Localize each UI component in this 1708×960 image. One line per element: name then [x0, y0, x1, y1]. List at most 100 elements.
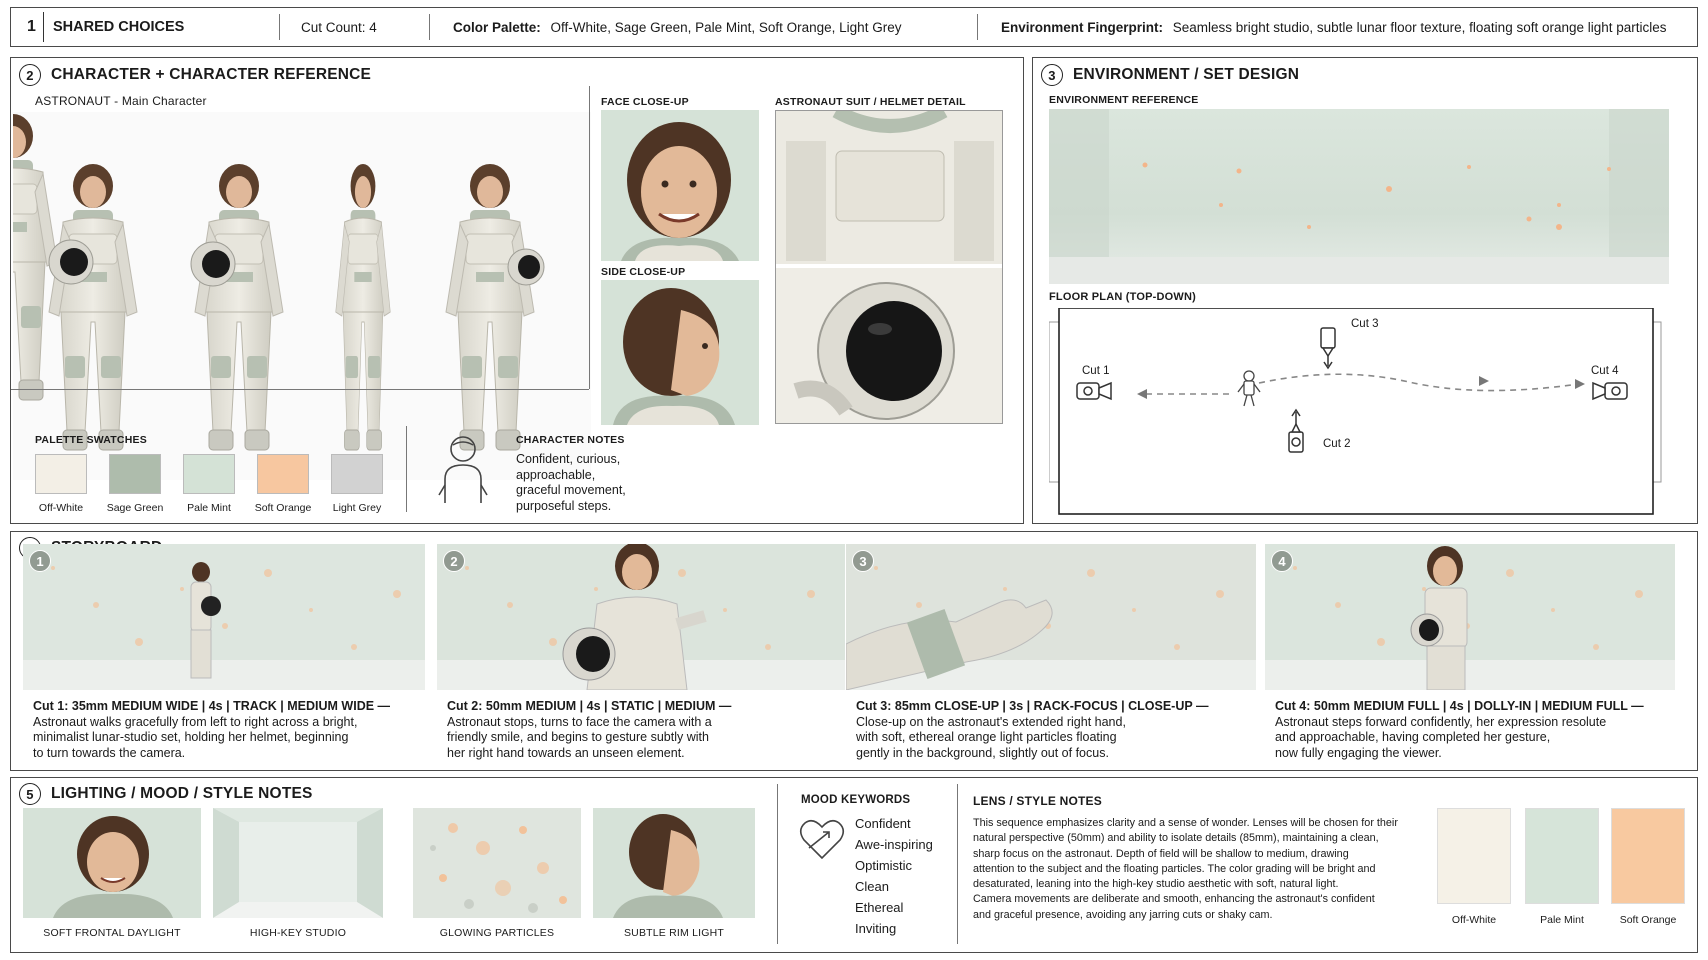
env-fingerprint-value: Seamless bright studio, subtle lunar flo…: [1172, 20, 1667, 35]
lens-note-line: and graceful presence, avoiding any jarr…: [973, 908, 1273, 921]
section-number: 1: [27, 18, 36, 35]
cut-4-marker-label: Cut 4: [1591, 365, 1619, 377]
storyboard-frame: [23, 544, 425, 690]
lighting-ref-frontal: [23, 808, 201, 918]
storyboard-caption-heading: Cut 1: 35mm MEDIUM WIDE | 4s | TRACK | M…: [33, 699, 391, 713]
palette-swatch: [183, 454, 235, 494]
environment-fingerprint: Environment Fingerprint: Seamless bright…: [1001, 20, 1667, 35]
lens-palette-swatch-label: Off-White: [1451, 914, 1497, 926]
section-number: 3: [1041, 64, 1063, 86]
palette-summary-value: Off-White, Sage Green, Pale Mint, Soft O…: [550, 20, 902, 35]
cut-count: Cut Count: 4: [301, 20, 377, 35]
character-turnaround: [13, 112, 591, 480]
suit-detail-image: [775, 110, 1003, 424]
palette-swatch-label: Sage Green: [106, 502, 164, 514]
divider: [429, 14, 430, 40]
environment-section: 3 ENVIRONMENT / SET DESIGN ENVIRONMENT R…: [1032, 57, 1698, 524]
floor-plan: Cut 1 Cut 2 Cut 3 Cut 4: [1049, 308, 1669, 516]
character-note-line: Confident, curious,: [516, 452, 621, 466]
glowing-particles-illustration: [430, 823, 567, 913]
floor-plan-diagram: [1049, 308, 1662, 515]
storyboard-cut-number-badge: 1: [29, 550, 51, 572]
frontal-daylight-illustration: [53, 816, 173, 918]
storyboard-caption-line: Astronaut stops, turns to face the camer…: [447, 714, 712, 729]
storyboard-cut-number-badge: 2: [443, 550, 465, 572]
lighting-ref-caption: GLOWING PARTICLES: [439, 927, 555, 939]
side-closeup-image: [601, 280, 759, 425]
palette-swatches-title: PALETTE SWATCHES: [35, 434, 147, 446]
storyboard-caption-heading: Cut 3: 85mm CLOSE-UP | 3s | RACK-FOCUS |…: [856, 699, 1209, 713]
palette-swatch: [109, 454, 161, 494]
side-closeup-label: SIDE CLOSE-UP: [601, 266, 686, 278]
divider: [977, 14, 978, 40]
mood-keyword: Clean: [855, 879, 889, 894]
suit-helmet-illustration: [776, 111, 1002, 423]
shared-choices-bar: 1 SHARED CHOICES Cut Count: 4 Color Pale…: [10, 7, 1698, 47]
lighting-ref-rim: [593, 808, 755, 918]
divider: [777, 784, 778, 944]
section-number: 2: [19, 64, 41, 86]
mood-keyword: Inviting: [855, 921, 897, 936]
mood-keyword: Ethereal: [855, 900, 904, 915]
face-closeup-illustration: [621, 122, 739, 261]
lighting-ref-caption: SUBTLE RIM LIGHT: [623, 927, 725, 939]
character-note-line: graceful movement,: [516, 483, 626, 497]
side-closeup-illustration: [613, 288, 735, 425]
storyboard-caption-line: her right hand towards an unseen element…: [447, 745, 685, 760]
heart-icon: [799, 819, 845, 860]
storyboard-caption-line: friendly smile, and begins to gesture su…: [447, 730, 709, 744]
palette-summary-label: Color Palette:: [453, 20, 541, 35]
mood-keyword: Confident: [855, 816, 911, 831]
storyboard-caption: Cut 3: 85mm CLOSE-UP | 3s | RACK-FOCUS |…: [856, 699, 1276, 761]
face-closeup-image: [601, 110, 759, 261]
environment-studio-illustration: [1049, 109, 1669, 284]
storyboard-caption-line: and approachable, having completed her g…: [1275, 730, 1551, 744]
character-notes-text: Confident, curious, approachable, gracef…: [516, 452, 626, 514]
lens-style-notes-text: This sequence emphasizes clarity and a s…: [973, 816, 1403, 923]
cut-3-marker-label: Cut 3: [1351, 318, 1379, 330]
storyboard-caption-line: gently in the background, slightly out o…: [856, 745, 1109, 760]
divider: [43, 12, 44, 42]
storyboard-cut-number-badge: 4: [1271, 550, 1293, 572]
lens-palette-swatch: [1437, 808, 1511, 904]
mood-keywords-title: MOOD KEYWORDS: [801, 794, 911, 806]
lighting-title: LIGHTING / MOOD / STYLE NOTES: [51, 785, 313, 802]
divider: [589, 86, 590, 389]
environment-reference-label: ENVIRONMENT REFERENCE: [1049, 94, 1199, 106]
rim-light-illustration: [613, 814, 723, 918]
palette-swatch: [257, 454, 309, 494]
environment-title: ENVIRONMENT / SET DESIGN: [1073, 66, 1300, 83]
character-note-line: approachable,: [516, 467, 596, 482]
divider: [406, 426, 407, 512]
character-header: 2 CHARACTER + CHARACTER REFERENCE: [19, 64, 371, 86]
palette-swatch-label: Soft Orange: [254, 502, 312, 514]
divider: [279, 14, 280, 40]
character-title: CHARACTER + CHARACTER REFERENCE: [51, 66, 372, 83]
palette-swatch-label: Light Grey: [332, 502, 382, 514]
section-number: 5: [19, 783, 41, 805]
env-fingerprint-label: Environment Fingerprint:: [1001, 20, 1163, 35]
lens-note-line: This sequence emphasizes clarity and a s…: [973, 817, 1398, 829]
lens-palette-swatch-label: Pale Mint: [1540, 914, 1584, 926]
storyboard-frame: [437, 544, 845, 690]
cut-1-marker-label: Cut 1: [1082, 365, 1110, 377]
storyboard-section: 4 STORYBOARD 1Cut 1: 35mm MEDIUM WIDE | …: [10, 531, 1698, 771]
storyboard-caption-line: Close-up on the astronaut's extended rig…: [856, 714, 1126, 729]
divider: [957, 784, 958, 944]
cut-2-marker-label: Cut 2: [1323, 438, 1351, 450]
person-outline-icon: [438, 436, 488, 503]
lens-note-line: natural perspective (50mm) and ability t…: [973, 832, 1379, 845]
lighting-ref-caption: HIGH-KEY STUDIO: [249, 927, 347, 939]
high-key-studio-illustration: [213, 808, 383, 918]
environment-reference-image: [1049, 109, 1669, 284]
mood-keywords-list: Confident Awe-inspiring Optimistic Clean…: [855, 813, 933, 939]
astronaut-turnaround-illustration: [13, 114, 545, 451]
lens-palette-swatch: [1611, 808, 1685, 904]
storyboard-caption: Cut 2: 50mm MEDIUM | 4s | STATIC | MEDIU…: [447, 699, 865, 761]
lens-style-notes-title: LENS / STYLE NOTES: [973, 794, 1102, 808]
palette-swatch-label: Off-White: [38, 502, 84, 514]
environment-header: 3 ENVIRONMENT / SET DESIGN: [1041, 64, 1299, 86]
main-character-label: ASTRONAUT - Main Character: [35, 94, 207, 108]
storyboard-frame-illustration: [437, 544, 845, 690]
face-closeup-label: FACE CLOSE-UP: [601, 96, 689, 108]
